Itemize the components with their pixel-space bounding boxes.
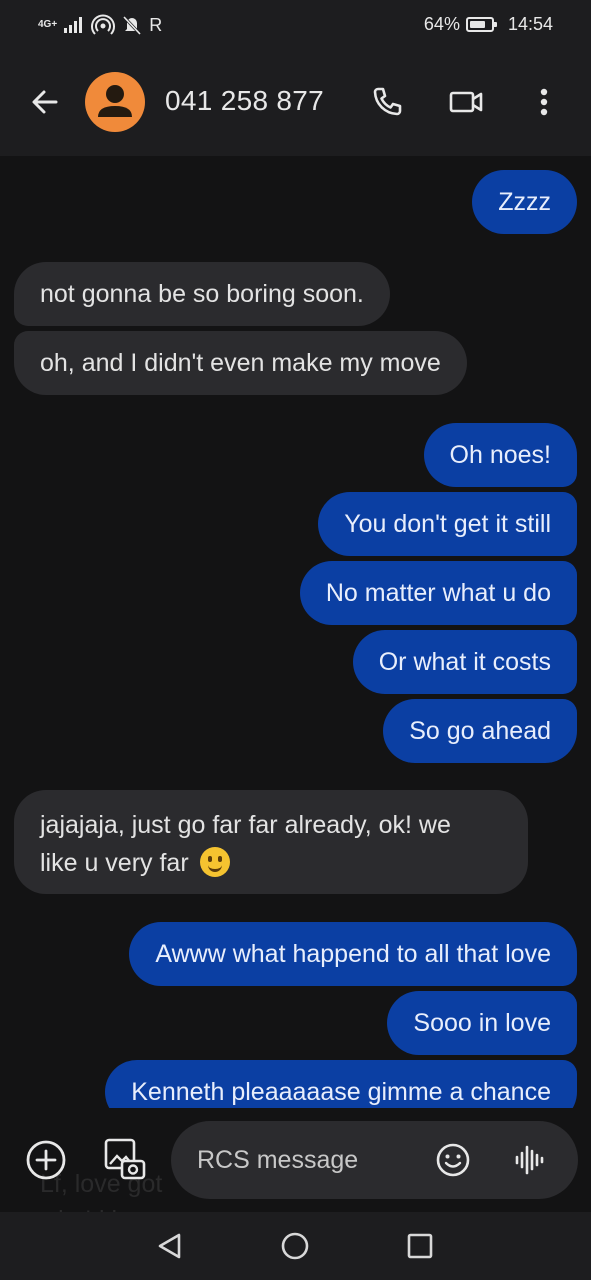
clock: 14:54: [507, 14, 553, 34]
gallery-camera-button[interactable]: [102, 1136, 148, 1182]
battery-icon: [465, 17, 497, 32]
more-vert-icon: [540, 88, 548, 116]
back-arrow-icon: [32, 90, 58, 114]
voice-waveform-icon: [515, 1145, 544, 1175]
status-left: 4G+ R: [38, 14, 162, 36]
message-bubble-incoming[interactable]: oh, and I didn't even make my move: [14, 331, 467, 395]
message-bubble-outgoing[interactable]: You don't get it still: [318, 492, 577, 556]
emoji-icon: [436, 1143, 470, 1177]
video-camera-icon: [449, 91, 483, 113]
message-text: jajajaja, just go far far already, ok! w…: [40, 806, 451, 882]
more-options-button[interactable]: [522, 80, 566, 124]
contact-avatar[interactable]: [85, 72, 145, 132]
nav-recents-button[interactable]: [402, 1228, 438, 1264]
call-button[interactable]: [365, 80, 409, 124]
status-right: 64% 14:54: [424, 14, 553, 35]
message-line: jajajaja, just go far far already, ok! w…: [40, 811, 451, 839]
nav-home-icon: [281, 1232, 309, 1260]
roaming-indicator: R: [149, 14, 163, 35]
add-circle-icon: [26, 1140, 66, 1180]
message-compose-box[interactable]: [171, 1121, 578, 1199]
message-bubble-incoming[interactable]: not gonna be so boring soon.: [14, 262, 390, 326]
message-bubble-outgoing[interactable]: Awww what happend to all that love: [129, 922, 577, 986]
message-bubble-outgoing[interactable]: No matter what u do: [299, 561, 577, 625]
message-bubble-outgoing[interactable]: Sooo in love: [387, 991, 577, 1055]
back-button[interactable]: [26, 82, 66, 122]
network-type: 4G+: [38, 19, 58, 30]
video-call-button[interactable]: [444, 80, 488, 124]
person-avatar-icon: [98, 85, 132, 117]
gallery-camera-icon: [104, 1138, 146, 1180]
system-navigation-bar: [0, 1212, 591, 1280]
phone-icon: [373, 87, 402, 116]
battery-percent: 64%: [423, 14, 460, 34]
message-input[interactable]: [197, 1141, 427, 1179]
nav-home-button[interactable]: [277, 1228, 313, 1264]
nav-recents-icon: [407, 1233, 433, 1259]
nav-back-icon: [158, 1233, 181, 1259]
message-bubble-outgoing[interactable]: Zzzz: [472, 170, 577, 234]
voice-message-button[interactable]: [511, 1141, 549, 1179]
emoji-button[interactable]: [434, 1141, 472, 1179]
hotspot-icon: [91, 14, 116, 35]
conversation-header: 041 258 877: [0, 52, 591, 156]
message-bubble-outgoing[interactable]: Or what it costs: [352, 630, 577, 694]
compose-area: Lf, love got who'd knew: [0, 1108, 591, 1234]
add-attachment-button[interactable]: [24, 1138, 68, 1182]
muted-bell-icon: [123, 15, 142, 36]
message-bubble-outgoing[interactable]: So go ahead: [383, 699, 577, 763]
slightly-smiling-face-emoji: [199, 847, 230, 877]
signal-icon: [64, 17, 83, 33]
message-bubble-outgoing[interactable]: Oh noes!: [423, 423, 577, 487]
message-bubble-incoming[interactable]: jajajaja, just go far far already, ok! w…: [14, 790, 528, 894]
message-bubble-outgoing[interactable]: Kenneth pleaaaaase gimme a chance: [105, 1060, 577, 1108]
status-bar: 4G+ R 64% 14:54: [0, 0, 591, 52]
nav-back-button[interactable]: [152, 1228, 188, 1264]
message-list[interactable]: Zzzz not gonna be so boring soon. oh, an…: [0, 156, 591, 1108]
contact-name[interactable]: 041 258 877: [165, 85, 324, 117]
battery-level: [469, 21, 486, 28]
message-line: like u very far: [40, 849, 189, 877]
